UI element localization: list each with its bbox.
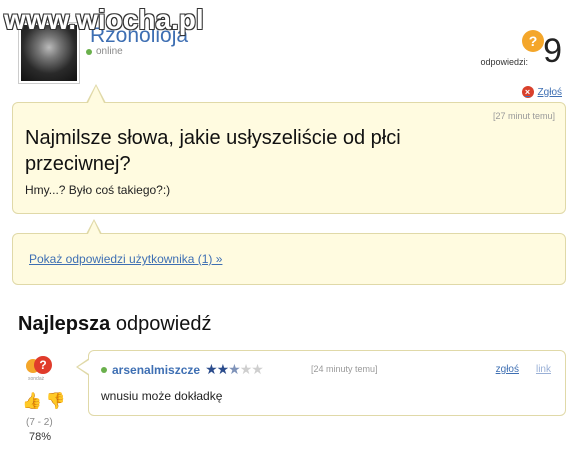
- vote-percent: 78%: [29, 431, 52, 443]
- vote-buttons: 👍 👎: [22, 394, 66, 410]
- answer-report-link[interactable]: zgłoś: [496, 364, 519, 375]
- question-time: [27 minut temu]: [492, 111, 555, 121]
- show-user-answers-link[interactable]: Pokaż odpowiedzi użytkownika (1) »: [29, 252, 222, 266]
- online-status: online: [86, 46, 123, 57]
- poll-badge-label: sondaż: [28, 376, 45, 382]
- answer-user[interactable]: arsenalmiszcze: [112, 363, 200, 377]
- rating-stars-icon: ★★★★★: [205, 361, 264, 377]
- answer-bubble-tail-inner: [78, 360, 89, 374]
- question-bubble-tail-inner: [88, 86, 104, 103]
- watermark: www.wiocha.pl: [4, 4, 204, 35]
- report-label: Zgłoś: [537, 86, 562, 98]
- question-box: [27 minut temu] Najmilsze słowa, jakie u…: [12, 102, 566, 214]
- question-body: Hmy...? Było coś takiego?:): [25, 183, 171, 197]
- poll-badge-icon: ? sondaż: [26, 356, 56, 382]
- online-dot-icon: [101, 366, 107, 373]
- thumb-up-icon[interactable]: 👍: [22, 394, 42, 410]
- answer-user-row: arsenalmiszcze ★★★★★: [101, 361, 264, 378]
- report-question-link[interactable]: × Zgłoś: [521, 86, 562, 98]
- best-answer-heading: Najlepsza odpowiedź: [18, 313, 212, 335]
- answer-text: wnusiu może dokładkę: [101, 389, 223, 403]
- answers-label: odpowiedzi:: [480, 57, 528, 67]
- answers-count: 9: [543, 32, 562, 70]
- answer-permalink[interactable]: link: [536, 364, 551, 375]
- best-answer-box: arsenalmiszcze ★★★★★ [24 minuty temu] zg…: [88, 350, 566, 416]
- question-title: Najmilsze słowa, jakie usłyszeliście od …: [25, 127, 401, 175]
- thumb-down-icon[interactable]: 👎: [46, 394, 66, 410]
- show-answers-box: Pokaż odpowiedzi użytkownika (1) »: [12, 233, 566, 285]
- show-answers-tail-inner: [88, 221, 100, 234]
- report-icon: ×: [521, 86, 534, 98]
- question-mark-icon: ?: [522, 30, 544, 52]
- answer-time: [24 minuty temu]: [311, 364, 378, 374]
- online-dot-icon: [86, 48, 92, 55]
- vote-counts: (7 - 2): [26, 417, 53, 428]
- online-status-label: online: [96, 46, 123, 57]
